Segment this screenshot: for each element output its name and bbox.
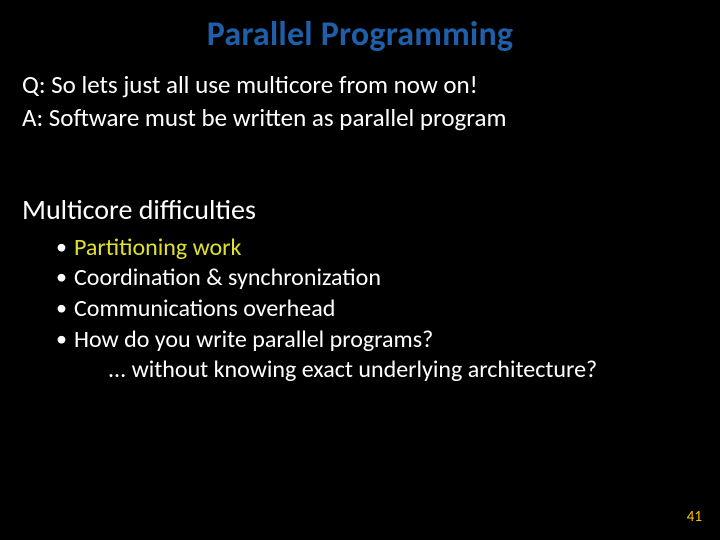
slide-title: Parallel Programming <box>0 0 720 55</box>
bullet-text: Communications overhead <box>74 294 698 325</box>
question-line: Q: So lets just all use multicore from n… <box>22 69 698 100</box>
bullet-icon: • <box>56 233 74 261</box>
bullet-icon: • <box>56 294 74 322</box>
page-number: 41 <box>687 508 702 526</box>
bullet-icon: • <box>56 263 74 291</box>
list-item: • How do you write parallel programs? <box>56 325 698 356</box>
bullet-text: Partitioning work <box>74 233 698 264</box>
list-item: • Coordination & synchronization <box>56 263 698 294</box>
subheading: Multicore difficulties <box>22 192 698 227</box>
slide-body: Q: So lets just all use multicore from n… <box>0 55 720 386</box>
list-item: • Communications overhead <box>56 294 698 325</box>
bullet-text: Coordination & synchronization <box>74 263 698 294</box>
answer-line: A: Software must be written as parallel … <box>22 102 698 133</box>
bullet-continuation: ... without knowing exact underlying arc… <box>56 355 698 386</box>
bullet-text: How do you write parallel programs? <box>74 325 698 356</box>
bullet-list: • Partitioning work • Coordination & syn… <box>22 233 698 387</box>
qa-block: Q: So lets just all use multicore from n… <box>22 69 698 134</box>
bullet-icon: • <box>56 325 74 353</box>
slide: Parallel Programming Q: So lets just all… <box>0 0 720 540</box>
list-item: • Partitioning work <box>56 233 698 264</box>
